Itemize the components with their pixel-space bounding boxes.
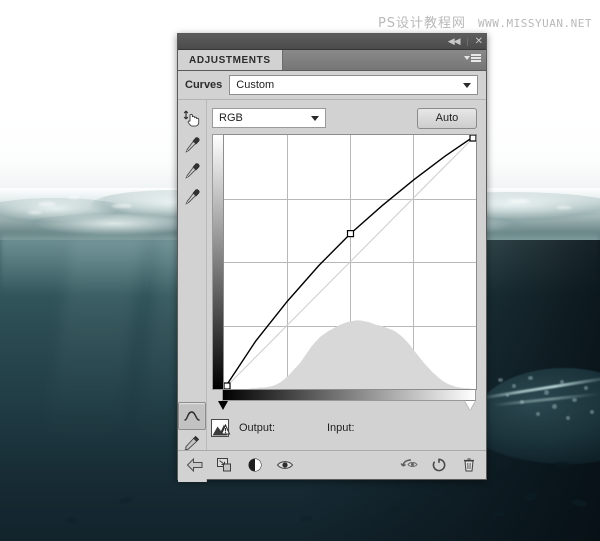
whale-shark-spot	[566, 416, 570, 420]
curve-control-points	[224, 135, 476, 389]
input-gradient-bar	[222, 390, 476, 401]
reset-icon	[431, 457, 447, 473]
target-adjustment-tool[interactable]	[179, 106, 205, 132]
whale-shark-spot	[528, 376, 533, 380]
auto-button-label: Auto	[436, 112, 459, 124]
chevron-down-icon	[464, 56, 470, 60]
watermark: PS设计教程网 WWW.MISSYUAN.NET	[378, 12, 592, 31]
delete-adjustment-layer-button[interactable]	[460, 456, 478, 474]
collapse-icon[interactable]: ◀◀	[448, 37, 460, 46]
tab-adjustments-label: ADJUSTMENTS	[189, 55, 271, 66]
black-point-marker[interactable]	[218, 401, 228, 410]
auto-button[interactable]: Auto	[417, 108, 477, 129]
wave-crest	[38, 202, 56, 206]
clipping-warning-icon[interactable]	[211, 419, 233, 437]
eye-icon	[276, 458, 294, 472]
eyedropper-icon	[182, 187, 202, 207]
tab-adjustments[interactable]: ADJUSTMENTS	[178, 50, 283, 70]
panel-footer	[178, 450, 486, 479]
panel-body: RGB Auto	[178, 100, 486, 482]
whale-shark-spot	[572, 398, 577, 402]
rgb-curve[interactable]	[224, 135, 476, 389]
whale-shark-spot	[584, 386, 588, 390]
chevron-down-icon	[463, 83, 471, 88]
eyedropper-icon	[182, 135, 202, 155]
output-readout: Output:	[239, 422, 327, 434]
eyedropper-icon	[182, 161, 202, 181]
adjustment-type-label: Curves	[185, 79, 222, 91]
black-point-eyedropper[interactable]	[179, 132, 205, 158]
readout-row: Output: Input:	[211, 417, 477, 439]
preset-dropdown-value: Custom	[236, 79, 274, 91]
reset-adjustment-button[interactable]	[430, 456, 448, 474]
wave-crest	[28, 211, 42, 214]
view-previous-state-button[interactable]	[400, 456, 418, 474]
curves-tool-column	[178, 100, 207, 482]
whale-shark-spot	[506, 394, 509, 397]
wave-crest	[508, 199, 530, 203]
black-white-preview-button[interactable]	[246, 456, 264, 474]
whale-shark-spot	[560, 380, 564, 384]
preset-row: Curves Custom	[178, 71, 486, 100]
curve-control-point[interactable]	[224, 383, 230, 389]
white-point-eyedropper[interactable]	[179, 184, 205, 210]
close-icon[interactable]: ✕	[475, 37, 483, 46]
curves-content: RGB Auto	[207, 100, 486, 482]
curve-graph-area	[212, 134, 477, 390]
target-adjustment-icon	[182, 109, 202, 129]
curve-control-point[interactable]	[347, 231, 353, 237]
curve-grid[interactable]	[223, 134, 477, 390]
titlebar-divider	[467, 38, 468, 46]
output-gradient-bar	[212, 134, 223, 390]
gray-point-eyedropper[interactable]	[179, 158, 205, 184]
whale-shark-spot	[590, 410, 594, 414]
panel-tabstrip: ADJUSTMENTS	[178, 50, 486, 71]
half-circle-icon	[247, 457, 263, 473]
input-gradient-row	[222, 390, 477, 401]
toggle-layer-visibility-button[interactable]	[276, 456, 294, 474]
watermark-en: WWW.MISSYUAN.NET	[478, 17, 592, 30]
clip-to-layer-icon	[216, 457, 234, 473]
back-arrow-icon	[186, 457, 204, 473]
previous-state-icon	[400, 457, 418, 473]
trash-icon	[461, 457, 477, 473]
chevron-down-icon	[311, 116, 319, 121]
white-point-marker[interactable]	[465, 401, 475, 410]
return-to-adjustment-list-button[interactable]	[186, 456, 204, 474]
channel-row: RGB Auto	[212, 106, 477, 130]
wave-crest	[112, 204, 132, 208]
watermark-cn: PS设计教程网	[378, 12, 466, 31]
adjustments-panel: ◀◀ ✕ ADJUSTMENTS Curves Custom	[177, 33, 487, 480]
whale-shark-spot	[498, 378, 503, 382]
curve-control-point[interactable]	[470, 135, 476, 141]
whale-shark-spot	[512, 384, 516, 388]
panel-titlebar: ◀◀ ✕	[178, 34, 486, 50]
whale-shark-spot	[520, 400, 524, 404]
whale-shark-spot	[544, 390, 549, 395]
whale-shark-spot	[536, 412, 540, 416]
whale-shark-spot	[552, 404, 557, 409]
channel-dropdown-value: RGB	[219, 112, 243, 124]
channel-dropdown[interactable]: RGB	[212, 108, 326, 128]
wave-crest	[68, 196, 80, 199]
input-readout: Input:	[327, 422, 355, 434]
wave-crest	[556, 206, 572, 209]
hamburger-icon	[471, 54, 481, 62]
panel-menu-icon[interactable]	[464, 54, 481, 62]
clip-to-layer-button[interactable]	[216, 456, 234, 474]
preset-dropdown[interactable]: Custom	[229, 75, 478, 95]
curve-icon	[183, 407, 201, 425]
curve-tool[interactable]	[178, 402, 206, 430]
endpoint-markers	[223, 401, 475, 412]
